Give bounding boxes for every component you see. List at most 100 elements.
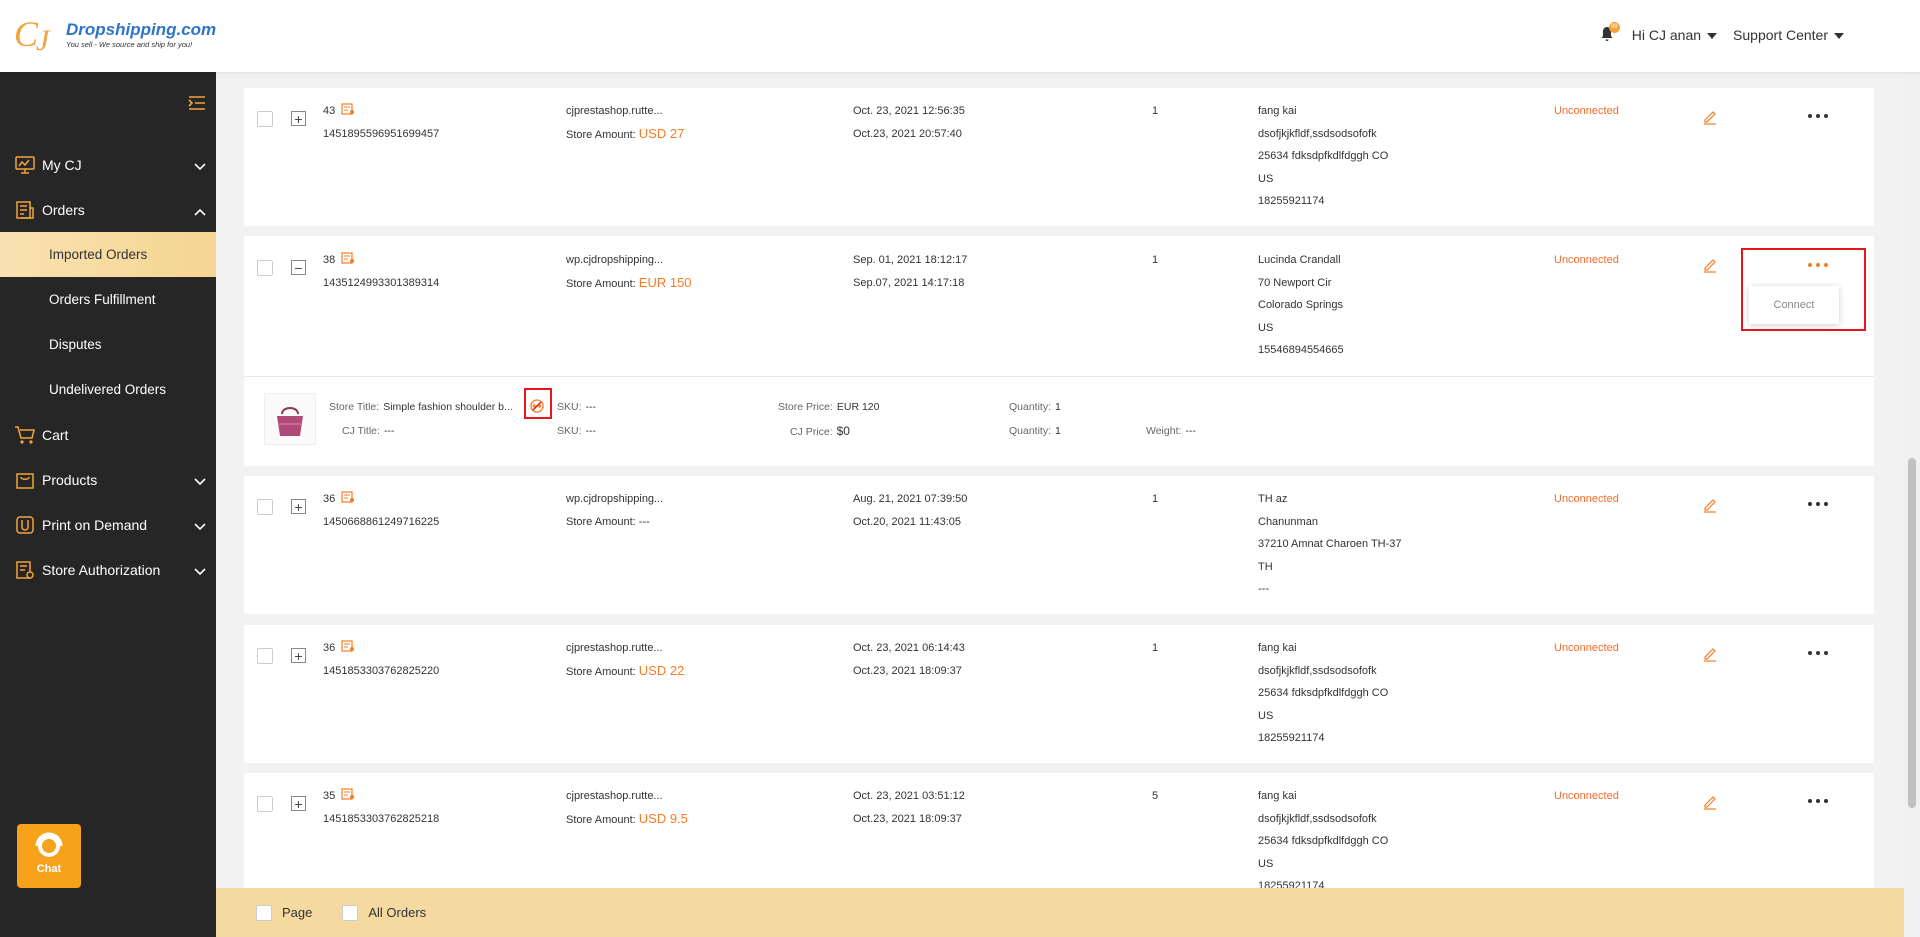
quantity-label: Quantity: (1009, 425, 1052, 437)
top-bar: C J Dropshipping.com You sell - We sourc… (0, 0, 1920, 72)
store-amount-label: Store Amount: (566, 515, 636, 528)
caret-down-icon (1707, 33, 1718, 40)
more-actions-button[interactable] (1808, 113, 1828, 119)
sidebar-item-cart[interactable]: Cart (0, 412, 216, 457)
scrollbar-thumb[interactable] (1908, 458, 1916, 808)
order-checkbox[interactable] (257, 499, 273, 515)
support-center-menu[interactable]: Support Center (1733, 27, 1844, 43)
sidebar-item-orders[interactable]: Orders (0, 187, 216, 232)
sidebar: My CJ Orders Imported Orders Orders Fulf… (0, 72, 216, 937)
more-actions-button[interactable] (1808, 650, 1828, 656)
edit-icon[interactable] (1702, 794, 1718, 810)
store-price: EUR 120 (836, 401, 880, 413)
order-date: Sep. 01, 2021 18:12:17 (853, 254, 968, 266)
expand-button[interactable]: + (291, 499, 306, 514)
order-doc-icon[interactable] (341, 640, 355, 652)
connect-menu-item[interactable]: Connect (1774, 299, 1815, 311)
store-auth-icon (14, 559, 36, 581)
weight-label: Weight: (1146, 425, 1182, 437)
chat-label: Chat (36, 863, 62, 875)
expand-button[interactable]: + (291, 111, 306, 126)
address-line: Chanunman (1258, 515, 1318, 528)
sidebar-item-products[interactable]: Products (0, 457, 216, 502)
vertical-scrollbar[interactable] (1904, 72, 1920, 937)
chevron-down-icon (194, 473, 206, 489)
store-amount: --- (638, 515, 650, 528)
select-all-orders-checkbox[interactable]: All Orders (342, 904, 427, 921)
store-title: Simple fashion shoulder b... (383, 401, 513, 413)
import-date: Oct.23, 2021 18:09:37 (853, 664, 962, 677)
chevron-down-icon (194, 158, 206, 174)
sidebar-subitem-disputes[interactable]: Disputes (0, 322, 216, 367)
store-name: cjprestashop.rutte... (566, 642, 663, 654)
sidebar-item-my-cj[interactable]: My CJ (0, 142, 216, 187)
order-doc-icon[interactable] (341, 491, 355, 503)
expand-button[interactable]: + (291, 648, 306, 663)
order-date: Oct. 23, 2021 12:56:35 (853, 105, 965, 117)
address-line: --- (1258, 583, 1269, 595)
order-checkbox[interactable] (257, 648, 273, 664)
select-all-label: All Orders (368, 905, 427, 920)
handbag-image-icon (277, 407, 303, 436)
checkbox-box (256, 904, 272, 921)
store-amount: USD 22 (638, 662, 685, 678)
order-doc-icon[interactable] (341, 788, 355, 800)
chat-button[interactable]: Chat (17, 824, 81, 888)
bell-icon[interactable]: 99 (1600, 22, 1620, 44)
order-number: 36 (323, 493, 336, 505)
chevron-up-icon (194, 203, 206, 219)
store-title-label: Store Title: (329, 401, 380, 413)
order-row: − 38 1435124993301389314 wp.cjdropshippi… (244, 236, 1874, 376)
svg-text:J: J (36, 24, 51, 54)
order-checkbox[interactable] (257, 260, 273, 276)
import-date: Sep.07, 2021 14:17:18 (853, 276, 965, 289)
more-actions-button[interactable] (1808, 798, 1828, 804)
weight: --- (1185, 425, 1196, 437)
bulk-action-bar: Page All Orders (216, 888, 1904, 937)
edit-icon[interactable] (1702, 646, 1718, 662)
order-doc-icon[interactable] (341, 252, 355, 264)
sidebar-subitem-orders-fulfillment[interactable]: Orders Fulfillment (0, 277, 216, 322)
order-checkbox[interactable] (257, 796, 273, 812)
expand-button[interactable]: + (291, 796, 306, 811)
status-badge: Unconnected (1554, 105, 1619, 117)
store-quantity: 1 (1055, 401, 1061, 413)
sku-label: SKU: (557, 425, 582, 437)
edit-icon[interactable] (1702, 257, 1718, 273)
print-icon (14, 514, 36, 536)
sidebar-subitem-imported-orders[interactable]: Imported Orders (0, 232, 216, 277)
order-number: 38 (323, 254, 336, 266)
quantity-label: Quantity: (1009, 401, 1052, 413)
sidebar-item-store-authorization[interactable]: Store Authorization (0, 547, 216, 592)
store-amount-label: Store Amount: (566, 128, 636, 141)
collapse-button[interactable]: − (291, 260, 306, 275)
sidebar-subitem-undelivered-orders[interactable]: Undelivered Orders (0, 367, 216, 412)
highlight-link-icon (524, 388, 552, 419)
order-row: + 36 1450668861249716225 wp.cjdropshippi… (244, 476, 1874, 614)
address-line: US (1258, 172, 1274, 185)
menu-collapse-icon[interactable] (188, 96, 206, 110)
address-line: fang kai (1258, 105, 1297, 117)
logo[interactable]: C J Dropshipping.com You sell - We sourc… (14, 14, 216, 58)
address-line: 18255921174 (1258, 732, 1325, 744)
address-line: 25634 fdksdpfkdlfdggh CO (1258, 150, 1389, 162)
order-checkbox[interactable] (257, 111, 273, 127)
order-id: 1450668861249716225 (323, 515, 440, 528)
edit-icon[interactable] (1702, 109, 1718, 125)
order-quantity: 1 (1152, 254, 1159, 266)
caret-down-icon (1834, 33, 1844, 40)
address-line: dsofjkjkfldf,ssdsodsofofk (1258, 664, 1377, 677)
user-menu[interactable]: Hi CJ anan (1632, 27, 1718, 43)
address-line: TH (1258, 560, 1273, 573)
import-date: Oct.23, 2021 18:09:37 (853, 812, 962, 825)
select-page-checkbox[interactable]: Page (256, 904, 312, 921)
product-thumbnail[interactable] (264, 393, 316, 445)
address-line: US (1258, 709, 1274, 722)
more-actions-button[interactable] (1808, 501, 1828, 507)
edit-icon[interactable] (1702, 497, 1718, 513)
address-line: 25634 fdksdpfkdlfdggh CO (1258, 835, 1389, 847)
cj-price-label: CJ Price: (790, 426, 833, 438)
order-doc-icon[interactable] (341, 103, 355, 115)
order-quantity: 5 (1152, 790, 1159, 802)
sidebar-item-print-on-demand[interactable]: Print on Demand (0, 502, 216, 547)
